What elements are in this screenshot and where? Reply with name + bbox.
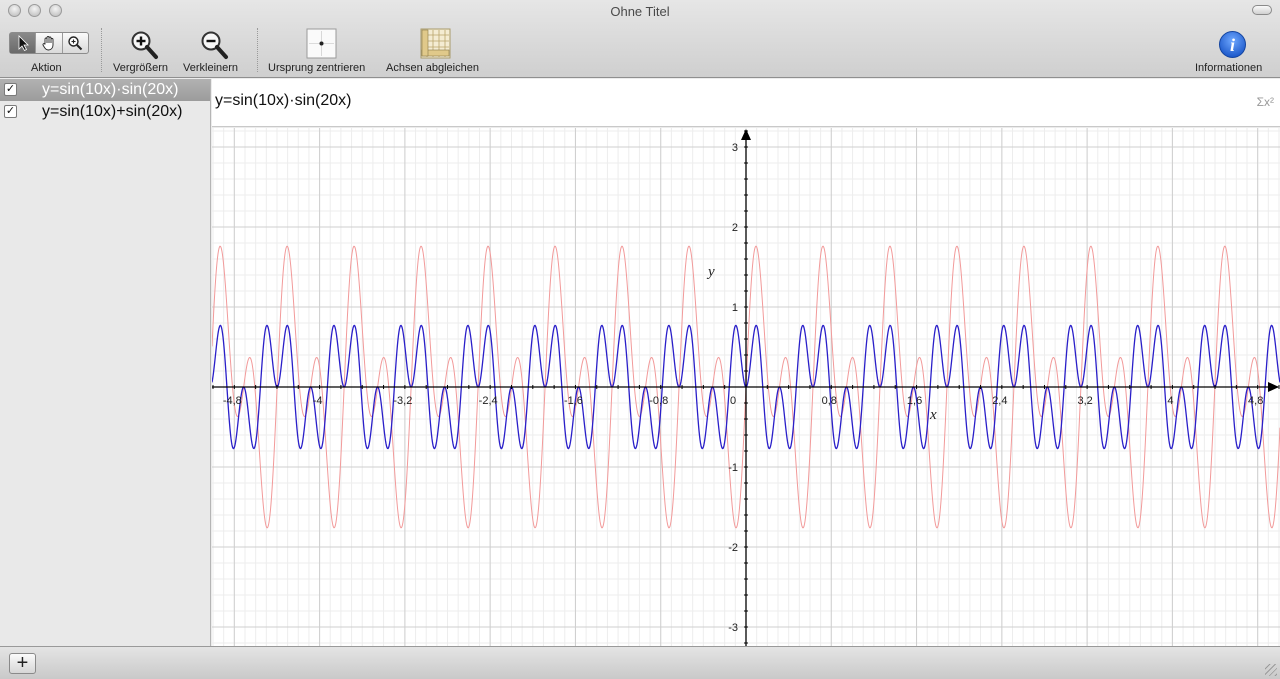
x-tick-label: -4 bbox=[313, 395, 323, 407]
toolbar-separator bbox=[101, 28, 102, 72]
sigma-menu-button[interactable]: Σx² bbox=[1257, 95, 1274, 109]
info-icon[interactable]: i bbox=[1218, 30, 1247, 59]
resize-grip[interactable] bbox=[1265, 664, 1277, 676]
hand-icon bbox=[42, 36, 54, 51]
formula-text[interactable]: y=sin(10x)·sin(20x) bbox=[215, 92, 351, 110]
window-title: Ohne Titel bbox=[610, 4, 670, 19]
x-tick-label: -1,6 bbox=[564, 395, 583, 407]
bottom-bar: + bbox=[0, 646, 1280, 679]
equation-label: y=sin(10x)·sin(20x) bbox=[42, 81, 179, 98]
equation-row[interactable]: ✓ y=sin(10x)+sin(20x) bbox=[0, 101, 210, 123]
y-tick-label: -1 bbox=[728, 462, 738, 474]
x-tick-label: 0,8 bbox=[822, 395, 837, 407]
equalize-axes-button[interactable]: Achsen abgleichen bbox=[386, 62, 479, 74]
action-tool-selector[interactable] bbox=[9, 32, 89, 54]
app-window: Ohne Titel Aktion Vergrößern Verkleinern… bbox=[0, 0, 1280, 679]
add-equation-button[interactable]: + bbox=[9, 653, 36, 674]
equation-checkbox[interactable]: ✓ bbox=[4, 83, 17, 96]
plot-svg[interactable]: -4,8 -4 -3,2 -2,4 -1,6 -0,8 0 0,8 1,6 2,4 3,2 4 4,8 -… bbox=[212, 128, 1280, 646]
arrow-tool[interactable] bbox=[10, 33, 37, 53]
equalize-axes-icon[interactable] bbox=[420, 28, 451, 59]
x-axis-arrow bbox=[1268, 382, 1279, 392]
x-tick-label: 4 bbox=[1167, 395, 1173, 407]
magnify-tool[interactable] bbox=[63, 33, 88, 53]
zoom-out-button[interactable]: Verkleinern bbox=[183, 62, 238, 74]
y-tick-label: 2 bbox=[732, 222, 738, 234]
y-axis-label: y bbox=[706, 264, 715, 280]
equation-row[interactable]: ✓ y=sin(10x)·sin(20x) bbox=[0, 79, 210, 101]
x-tick-label: -0,8 bbox=[649, 395, 668, 407]
x-tick-label: 2,4 bbox=[992, 395, 1007, 407]
zoom-out-icon[interactable] bbox=[199, 30, 229, 60]
info-button[interactable]: Informationen bbox=[1195, 62, 1262, 74]
toolbar-toggle-button[interactable] bbox=[1252, 5, 1272, 15]
svg-text:i: i bbox=[1230, 35, 1235, 55]
x-tick-label: -3,2 bbox=[393, 395, 412, 407]
x-tick-label: -4,8 bbox=[223, 395, 242, 407]
x-axis-label: x bbox=[929, 407, 937, 423]
hand-tool[interactable] bbox=[36, 33, 63, 53]
title-toolbar: Ohne Titel Aktion Vergrößern Verkleinern… bbox=[0, 0, 1280, 78]
center-origin-icon[interactable] bbox=[306, 28, 337, 59]
magnifier-icon bbox=[68, 36, 83, 51]
equation-checkbox[interactable]: ✓ bbox=[4, 105, 17, 118]
equation-list: ✓ y=sin(10x)·sin(20x) ✓ y=sin(10x)+sin(2… bbox=[0, 79, 211, 646]
x-tick-label: 1,6 bbox=[907, 395, 922, 407]
x-tick-label: 3,2 bbox=[1077, 395, 1092, 407]
y-tick-label: -3 bbox=[728, 622, 738, 634]
zoom-in-icon[interactable] bbox=[129, 30, 159, 60]
graph-canvas[interactable]: -4,8 -4 -3,2 -2,4 -1,6 -0,8 0 0,8 1,6 2,4 3,2 4 4,8 -… bbox=[212, 128, 1280, 646]
action-label: Aktion bbox=[31, 62, 62, 74]
equation-label: y=sin(10x)+sin(20x) bbox=[42, 103, 183, 120]
toolbar-separator bbox=[257, 28, 258, 72]
x-tick-label: 4,8 bbox=[1248, 395, 1263, 407]
y-tick-label: 3 bbox=[732, 142, 738, 154]
formula-editor[interactable]: y=sin(10x)·sin(20x) Σx² bbox=[212, 79, 1280, 127]
zoom-in-button[interactable]: Vergrößern bbox=[113, 62, 168, 74]
center-origin-button[interactable]: Ursprung zentrieren bbox=[268, 62, 365, 74]
y-tick-label: -2 bbox=[728, 542, 738, 554]
x-tick-label: 0 bbox=[730, 395, 736, 407]
x-tick-label: -2,4 bbox=[479, 395, 498, 407]
arrow-icon bbox=[18, 35, 29, 51]
y-tick-label: 1 bbox=[732, 302, 738, 314]
